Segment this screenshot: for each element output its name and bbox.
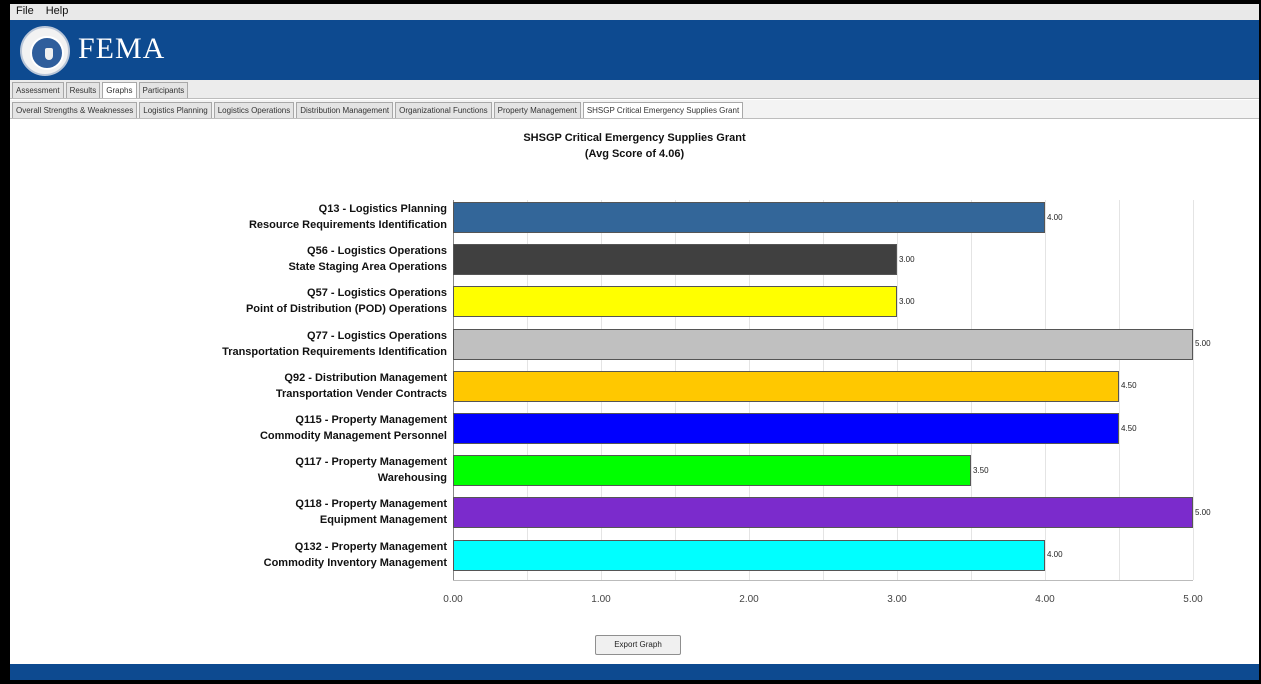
menu-help[interactable]: Help [46, 5, 69, 17]
brand-title: FEMA [78, 32, 166, 65]
tab-assessment[interactable]: Assessment [12, 82, 64, 98]
category-question: Q115 - Property Management [295, 414, 447, 426]
category-label: Q57 - Logistics Operations Point of Distr… [27, 285, 447, 317]
bar-value-label: 4.50 [1121, 423, 1137, 433]
category-description: Point of Distribution (POD) Operations [245, 303, 447, 316]
tab-shsgp-critical-emergency-supplies-grant[interactable]: SHSGP Critical Emergency Supplies Grant [582, 102, 744, 118]
category-description: Transportation Vender Contracts [275, 387, 447, 400]
x-tick-label: 4.00 [1035, 594, 1055, 605]
bar [453, 413, 1119, 444]
bar-value-label: 4.00 [1047, 212, 1063, 222]
tab-organizational-functions[interactable]: Organizational Functions [395, 102, 492, 118]
x-tick-label: 2.00 [739, 594, 759, 605]
bar-value-label: 4.50 [1121, 381, 1137, 391]
grid-line [1193, 200, 1194, 580]
status-footer [10, 664, 1259, 680]
bar-value-label: 5.00 [1195, 339, 1211, 349]
category-label: Q77 - Logistics Operations Transportation… [27, 328, 447, 360]
bar [453, 202, 1045, 233]
category-label: Q92 - Distribution Management Transportat… [27, 370, 447, 402]
bar [453, 455, 971, 487]
category-question: Q92 - Distribution Management [284, 371, 447, 384]
category-label: Q115 - Property Management Commodity Mana… [27, 412, 447, 444]
category-question: Q13 - Logistics Planning [318, 203, 447, 215]
bar-value-label: 4.00 [1047, 550, 1063, 560]
x-axis-line [453, 580, 1193, 581]
fema-banner: FEMA [10, 20, 1259, 80]
category-description: Resource Requirements Identification [248, 219, 447, 231]
category-description: Commodity Management Personnel [259, 430, 447, 442]
menu-file[interactable]: File [16, 5, 34, 17]
tab-overall-strengths-weaknesses[interactable]: Overall Strengths & Weaknesses [12, 102, 138, 118]
category-label: Q117 - Property Management Warehousing [27, 454, 447, 486]
tab-graphs[interactable]: Graphs [102, 82, 137, 98]
main-tab-bar: Assessment Results Graphs Participants [10, 80, 1259, 99]
bar [453, 539, 1045, 571]
tab-results[interactable]: Results [65, 82, 101, 98]
bar [453, 497, 1193, 529]
category-question: Q56 - Logistics Operations [307, 245, 447, 258]
bar [453, 286, 897, 318]
bar [453, 244, 897, 276]
category-label: Q56 - Logistics Operations State Staging … [27, 243, 447, 275]
category-question: Q118 - Property Management [295, 498, 447, 511]
category-label: Q118 - Property Management Equipment Mana… [27, 496, 447, 528]
bar-value-label: 3.00 [899, 254, 915, 264]
category-label: Q13 - Logistics Planning Resource Require… [27, 201, 447, 233]
bar-value-label: 3.00 [899, 296, 915, 306]
tab-property-management[interactable]: Property Management [493, 102, 581, 118]
dhs-seal-icon [20, 26, 70, 76]
bar [453, 328, 1193, 360]
bar-value-label: 5.00 [1195, 507, 1211, 517]
category-question: Q57 - Logistics Operations [307, 287, 447, 300]
x-tick-label: 3.00 [887, 594, 907, 605]
category-description: Equipment Management [319, 514, 447, 527]
category-label: Q132 - Property Management Commodity Inve… [27, 539, 447, 571]
x-tick-label: 0.00 [443, 594, 463, 605]
chart-subtitle: (Avg Score of 4.06) [584, 148, 685, 160]
x-tick-label: 1.00 [591, 594, 611, 605]
tab-logistics-operations[interactable]: Logistics Operations [213, 102, 295, 118]
graph-tab-bar: Overall Strengths & Weaknesses Logistics … [10, 100, 1259, 119]
x-tick-label: 5.00 [1183, 594, 1203, 605]
export-graph-button[interactable]: Export Graph [595, 635, 681, 655]
tab-distribution-management[interactable]: Distribution Management [296, 102, 394, 118]
category-description: Transportation Requirements Identificati… [222, 345, 447, 358]
category-question: Q77 - Logistics Operations [307, 329, 447, 342]
category-description: Commodity Inventory Management [263, 556, 447, 569]
app-window: File Help FEMA Assessment Results Graphs Par… [10, 4, 1259, 680]
menu-bar: File Help [10, 4, 1259, 20]
bar [453, 370, 1119, 402]
category-question: Q132 - Property Management [294, 540, 447, 553]
chart-title: SHSGP Critical Emergency Supplies Grant [523, 132, 746, 144]
tab-logistics-planning[interactable]: Logistics Planning [139, 102, 212, 118]
bar-value-label: 3.50 [973, 465, 989, 475]
category-description: Warehousing [377, 472, 447, 485]
category-question: Q117 - Property Management [295, 456, 447, 469]
category-description: State Staging Area Operations [288, 261, 447, 274]
tab-participants[interactable]: Participants [138, 82, 189, 98]
